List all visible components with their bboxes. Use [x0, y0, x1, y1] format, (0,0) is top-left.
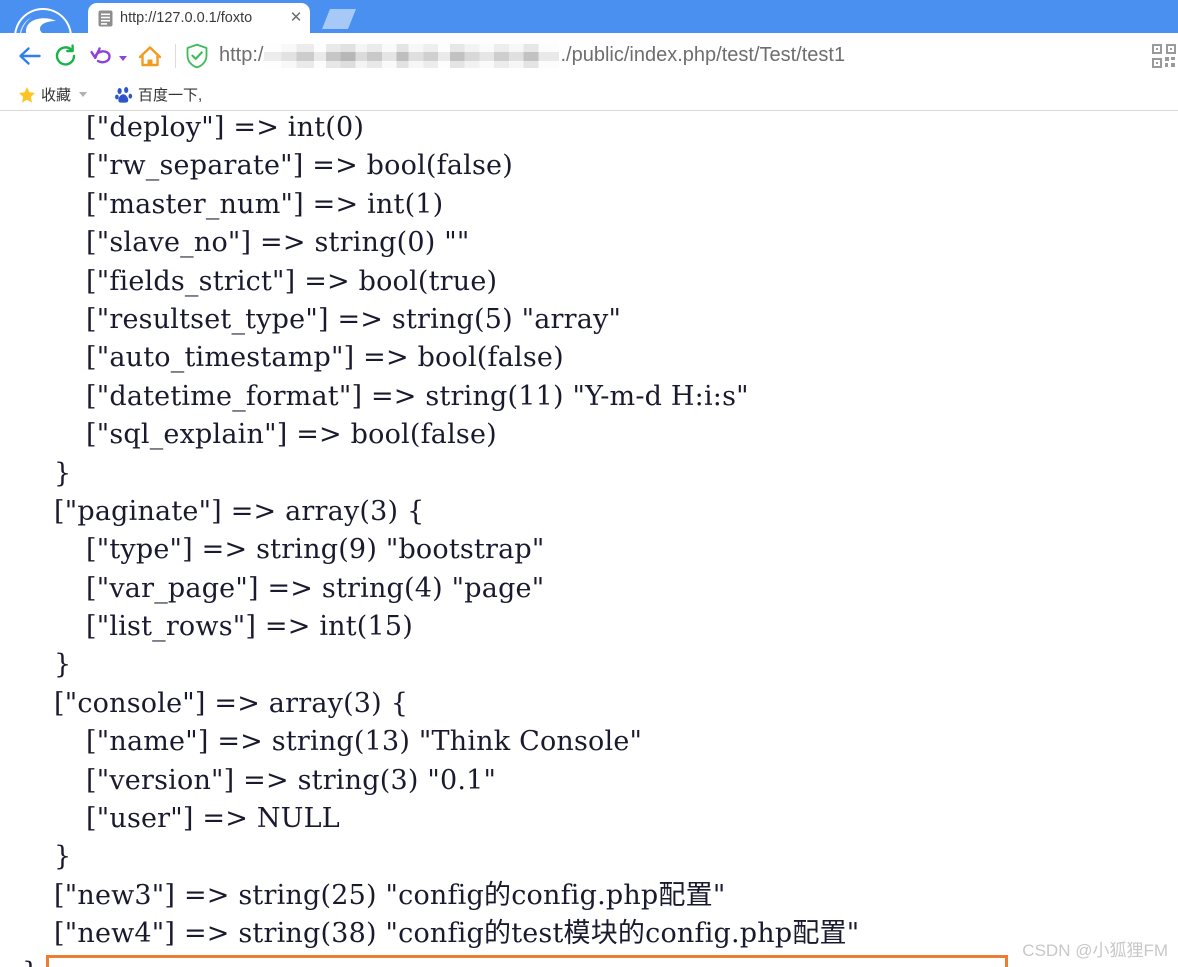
dump-line: ["slave_no"] => string(0) "" [86, 227, 470, 259]
dump-line: ["rw_separate"] => bool(false) [86, 150, 513, 182]
dump-line: ["datetime_format"] => string(11) "Y-m-d… [86, 380, 749, 412]
dump-line: ["var_page"] => string(4) "page" [86, 572, 545, 604]
address-bar[interactable]: http:/ ./public/index.php/test/Test/test… [185, 36, 1152, 76]
url-suffix: ./public/index.php/test/Test/test1 [560, 44, 846, 66]
csdn-watermark: CSDN @小狐狸FM [1022, 941, 1168, 960]
chevron-down-icon [118, 55, 127, 61]
dump-line: ["sql_explain"] => bool(false) [86, 419, 497, 451]
dump-line: } [0, 954, 1178, 967]
shield-check-icon [186, 43, 208, 69]
toolbar-divider [175, 44, 176, 68]
dump-line: ["type"] => string(9) "bootstrap" [86, 534, 545, 566]
var-dump-output: ["deploy"] => int(0) ["rw_separate"] => b… [0, 112, 1178, 967]
undo-history-icon [89, 47, 111, 64]
dump-line: ["name"] => string(13) "Think Console" [86, 726, 643, 758]
back-arrow-icon [19, 47, 41, 65]
dump-line: ["resultset_type"] => string(5) "array" [86, 303, 622, 335]
chevron-down-icon[interactable] [79, 92, 88, 97]
dump-line: ["auto_timestamp"] => bool(false) [86, 342, 564, 374]
qr-code-icon [1152, 44, 1176, 68]
dump-line: ["version"] => string(3) "0.1" [86, 764, 497, 796]
qr-code-button[interactable] [1152, 38, 1178, 74]
history-button[interactable] [84, 38, 132, 74]
dump-line: ["user"] => NULL [86, 803, 340, 835]
dump-line: ["fields_strict"] => bool(true) [86, 265, 498, 297]
dump-line: ["master_num"] => int(1) [86, 188, 444, 220]
tab-strip: http://127.0.0.1/foxto ✕ [0, 0, 1178, 33]
bookmark-item-favorites[interactable]: 收藏 [12, 82, 93, 108]
bookmark-label: 百度一下, [138, 87, 203, 104]
sogou-s-logo [14, 8, 72, 33]
dump-line: ["new4"] => string(38) "config的test模块的co… [54, 918, 860, 950]
dump-line: ["list_rows"] => int(15) [86, 611, 414, 643]
page-viewport[interactable]: ["deploy"] => int(0) ["rw_separate"] => b… [0, 112, 1178, 967]
tab-title: http://127.0.0.1/foxto [120, 10, 253, 26]
browser-chrome: http://127.0.0.1/foxto ✕ http:/ ./public… [0, 0, 1178, 111]
browser-toolbar: http:/ ./public/index.php/test/Test/test… [0, 33, 1178, 79]
dump-line: } [54, 649, 72, 681]
home-icon [138, 46, 162, 67]
dump-line: ["paginate"] => array(3) { [54, 495, 425, 527]
url-text[interactable]: http:/ ./public/index.php/test/Test/test… [219, 44, 845, 68]
dump-line: ["deploy"] => int(0) [86, 112, 365, 143]
dump-line: ["console"] => array(3) { [54, 687, 409, 719]
dump-line: } [54, 841, 72, 873]
dump-line: } [54, 457, 72, 489]
back-button[interactable] [12, 38, 48, 74]
star-icon [19, 86, 35, 103]
url-redacted-region [264, 44, 560, 68]
bookmarks-bar: 收藏 百度一下, [0, 79, 1178, 111]
page-document-icon [98, 10, 113, 26]
bookmark-label: 收藏 [41, 87, 72, 104]
browser-tab[interactable]: http://127.0.0.1/foxto ✕ [88, 3, 310, 33]
new-tab-button[interactable] [316, 6, 360, 32]
bookmark-item-baidu[interactable]: 百度一下, [109, 82, 208, 108]
home-button[interactable] [132, 38, 168, 74]
baidu-paw-icon [115, 86, 133, 103]
close-icon[interactable]: ✕ [286, 8, 306, 28]
dump-line: ["new3"] => string(25) "config的config.ph… [54, 879, 726, 911]
reload-button[interactable] [48, 38, 84, 74]
url-prefix: http:/ [219, 44, 264, 66]
new-tab-icon [322, 9, 356, 29]
reload-icon [55, 44, 76, 66]
